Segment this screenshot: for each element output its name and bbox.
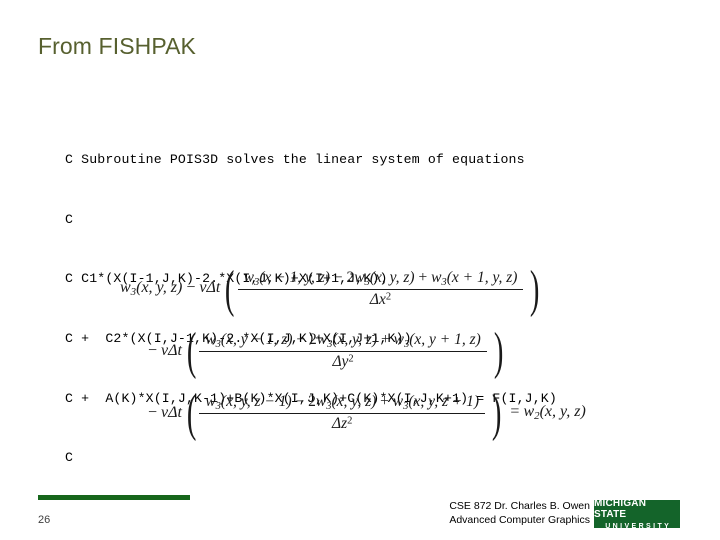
paren-close-icon: ) xyxy=(530,261,540,319)
paren-close-icon: ) xyxy=(491,385,502,443)
paren-open-icon: ( xyxy=(225,261,235,319)
accent-bar xyxy=(38,495,190,500)
fraction-denominator: Δz2 xyxy=(332,414,353,432)
fraction-numerator: w3(x, y, z − 1) − 2w3(x, y, z) + w3(x, y… xyxy=(205,393,480,412)
footer-credit-line-2: Advanced Computer Graphics xyxy=(449,513,590,526)
logo-university-text: UNIVERSITY xyxy=(605,523,672,530)
page-number: 26 xyxy=(38,514,51,526)
paren-open-icon: ( xyxy=(186,323,197,381)
fraction-numerator: w3(x, y − 1, z) − 2w3(x, y, z) + w3(x, y… xyxy=(205,331,481,350)
equation-row-x-lead: w3(x, y, z) − vΔt xyxy=(120,279,221,299)
equation-block: w3(x, y, z) − vΔt ( w3(x − 1, y, z) − 2w… xyxy=(120,258,640,444)
paren-close-icon: ) xyxy=(493,323,504,381)
equation-row-x: w3(x, y, z) − vΔt ( w3(x − 1, y, z) − 2w… xyxy=(120,258,640,320)
fraction-y: w3(x, y − 1, z) − 2w3(x, y, z) + w3(x, y… xyxy=(199,331,487,371)
equation-row-y-lead: − vΔt xyxy=(148,342,182,359)
fraction-numerator: w3(x − 1, y, z) − 2w3(x, y, z) + w3(x + … xyxy=(243,269,518,288)
equation-row-z: − vΔt ( w3(x, y, z − 1) − 2w3(x, y, z) +… xyxy=(120,382,640,444)
equation-right-hand-side: = w2(x, y, z) xyxy=(510,403,586,423)
page-title: From FISHPAK xyxy=(38,33,196,59)
code-line: C xyxy=(65,450,74,466)
equation-row-z-lead: − vΔt xyxy=(148,404,182,421)
code-line: C Subroutine POIS3D solves the linear sy… xyxy=(65,151,525,167)
footer-credit-line-1: CSE 872 Dr. Charles B. Owen xyxy=(449,500,590,512)
logo-michigan-state-text: MICHIGAN STATE xyxy=(594,498,647,520)
fraction-denominator: Δx2 xyxy=(369,290,392,308)
fraction-x: w3(x − 1, y, z) − 2w3(x, y, z) + w3(x + … xyxy=(237,269,524,309)
footer-credit: CSE 872 Dr. Charles B. Owen Advanced Com… xyxy=(449,500,590,527)
paren-open-icon: ( xyxy=(186,385,197,443)
fraction-z: w3(x, y, z − 1) − 2w3(x, y, z) + w3(x, y… xyxy=(199,393,486,433)
michigan-state-logo: MICHIGAN STATE UNIVERSITY xyxy=(594,498,680,530)
code-line: C xyxy=(65,211,74,227)
fraction-denominator: Δy2 xyxy=(332,352,354,370)
equation-row-y: − vΔt ( w3(x, y − 1, z) − 2w3(x, y, z) +… xyxy=(120,320,640,382)
